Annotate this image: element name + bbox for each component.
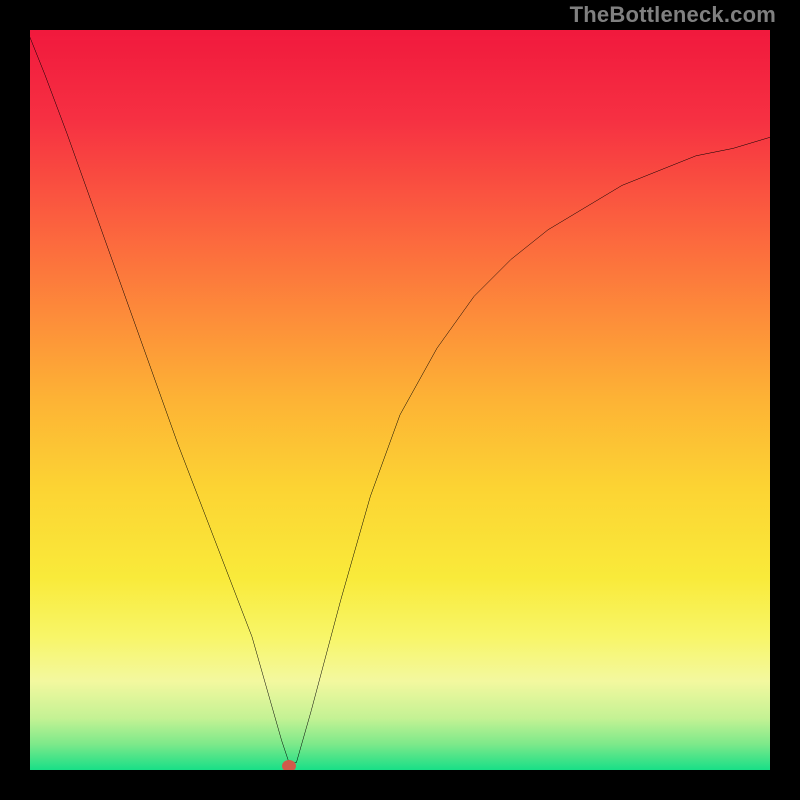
chart-container: TheBottleneck.com [0, 0, 800, 800]
watermark-text: TheBottleneck.com [570, 2, 776, 28]
bottleneck-curve [30, 30, 770, 770]
optimal-point-marker [282, 760, 296, 770]
plot-area [30, 30, 770, 770]
